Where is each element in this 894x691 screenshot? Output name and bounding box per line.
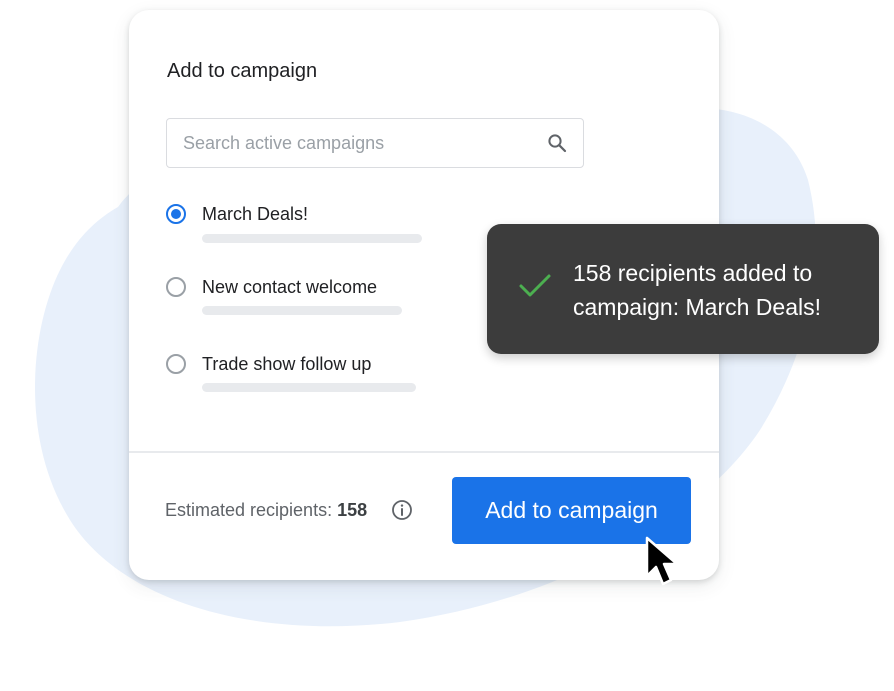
estimated-recipients-count: 158 xyxy=(337,500,368,520)
success-toast: 158 recipients added to campaign: March … xyxy=(487,224,879,354)
search-input[interactable] xyxy=(183,119,533,167)
footer-divider xyxy=(129,451,719,453)
campaign-option-label: New contact welcome xyxy=(202,277,378,297)
toast-message: 158 recipients added to campaign: March … xyxy=(573,260,821,320)
search-field[interactable] xyxy=(166,118,584,168)
radio-button-selected[interactable] xyxy=(166,204,186,224)
dialog-title: Add to campaign xyxy=(167,60,318,82)
placeholder-bar xyxy=(202,306,402,315)
radio-button[interactable] xyxy=(166,354,186,374)
campaign-option-new-contact-welcome[interactable]: New contact welcome xyxy=(166,275,466,305)
placeholder-bar xyxy=(202,234,422,243)
campaign-option-label: March Deals! xyxy=(202,204,309,224)
campaign-option-label: Trade show follow up xyxy=(202,354,372,374)
campaign-option-trade-show-follow-up[interactable]: Trade show follow up xyxy=(166,352,466,382)
estimated-recipients: Estimated recipients: 158 xyxy=(165,498,367,522)
radio-button[interactable] xyxy=(166,277,186,297)
check-icon xyxy=(519,274,551,297)
add-to-campaign-button[interactable]: Add to campaign xyxy=(452,477,691,544)
estimated-recipients-label: Estimated recipients: xyxy=(165,500,333,520)
campaign-option-march-deals[interactable]: March Deals! xyxy=(166,202,466,232)
mouse-cursor-icon xyxy=(645,536,679,586)
info-icon[interactable] xyxy=(391,499,413,521)
search-icon[interactable] xyxy=(547,133,567,153)
placeholder-bar xyxy=(202,383,416,392)
